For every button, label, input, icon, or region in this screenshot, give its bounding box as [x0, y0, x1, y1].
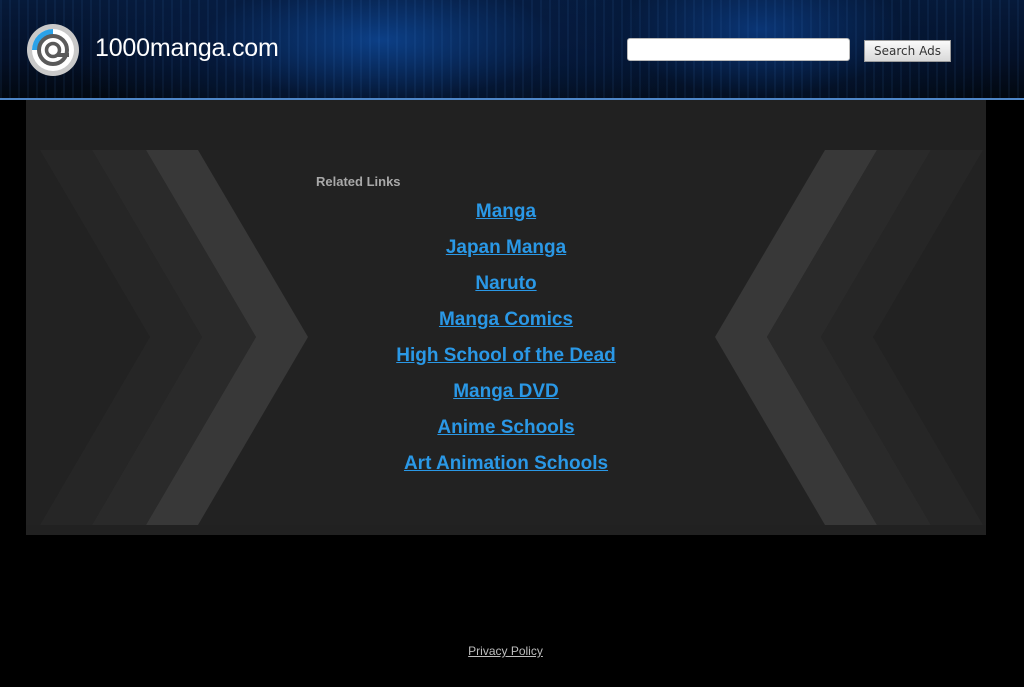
related-link-naruto[interactable]: Naruto [475, 273, 536, 294]
site-title[interactable]: 1000manga.com [95, 34, 279, 63]
list-item: Naruto [316, 274, 696, 310]
related-link-japan-manga[interactable]: Japan Manga [446, 237, 566, 258]
site-header: 1000manga.com Search Ads [0, 0, 1024, 100]
list-item: Manga DVD [316, 382, 696, 418]
site-logo-icon[interactable] [26, 23, 80, 77]
related-link-high-school-of-the-dead[interactable]: High School of the Dead [396, 345, 616, 366]
footer: Privacy Policy [0, 642, 1011, 660]
list-item: Manga [316, 202, 696, 238]
content-panel: Related Links Manga Japan Manga Naruto M… [26, 100, 986, 535]
list-item: Japan Manga [316, 238, 696, 274]
related-links-section: Related Links Manga Japan Manga Naruto M… [316, 174, 696, 490]
related-link-manga-dvd[interactable]: Manga DVD [453, 381, 559, 402]
privacy-policy-link[interactable]: Privacy Policy [468, 644, 543, 658]
list-item: Manga Comics [316, 310, 696, 346]
related-link-anime-schools[interactable]: Anime Schools [437, 417, 574, 438]
search-ads-button[interactable]: Search Ads [864, 40, 951, 62]
list-item: High School of the Dead [316, 346, 696, 382]
related-links-heading: Related Links [316, 174, 401, 189]
list-item: Art Animation Schools [316, 454, 696, 490]
related-link-manga-comics[interactable]: Manga Comics [439, 309, 573, 330]
related-links-list: Manga Japan Manga Naruto Manga Comics Hi… [316, 202, 696, 490]
list-item: Anime Schools [316, 418, 696, 454]
related-link-art-animation-schools[interactable]: Art Animation Schools [404, 453, 608, 474]
related-link-manga[interactable]: Manga [476, 201, 536, 222]
search-input[interactable] [627, 38, 850, 61]
